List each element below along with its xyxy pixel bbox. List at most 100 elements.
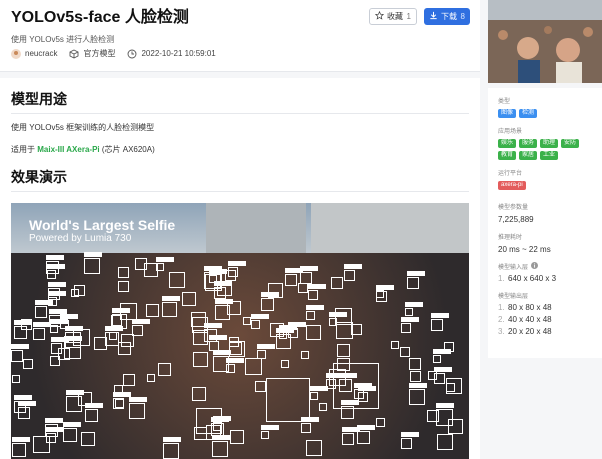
favorite-button[interactable]: 收藏 1 (369, 8, 417, 25)
face-box (391, 341, 399, 349)
face-box (431, 319, 443, 331)
face-box-label (310, 386, 328, 391)
face-box (342, 433, 354, 445)
face-box (81, 432, 95, 446)
face-box (51, 343, 62, 354)
face-box (63, 428, 77, 442)
face-box (12, 375, 20, 383)
platform-label: 运行平台 (498, 171, 523, 177)
face-box-label (285, 268, 303, 273)
scene-tag[interactable]: 家居 (519, 151, 538, 160)
scene-tag[interactable]: 教育 (498, 151, 517, 160)
face-box (344, 270, 355, 281)
face-box (298, 283, 308, 293)
platform-tag[interactable]: axera-pi (498, 181, 526, 190)
face-box-label (46, 427, 64, 432)
face-box-label (156, 257, 174, 262)
divider (11, 191, 469, 192)
model-header: YOLOv5s-face 人脸检测 使用 YOLOv5s 进行人脸检测 neuc… (0, 0, 480, 72)
face-box (401, 323, 411, 333)
face-box (306, 440, 322, 456)
face-box-label (215, 299, 233, 304)
face-box-label (84, 252, 102, 257)
model-thumbnail[interactable] (488, 0, 602, 83)
main-column: YOLOv5s-face 人脸检测 使用 YOLOv5s 进行人脸检测 neuc… (0, 0, 480, 459)
face-box-label (257, 344, 275, 349)
author-link[interactable]: neucrack (11, 48, 57, 59)
type-tag[interactable]: 图像 (498, 109, 517, 118)
sidebar: 类型 图像 检测 应用场景 娱乐 服务 助理 安防 教育 家居 工业 运行平台 … (488, 0, 602, 459)
model-content: 模型用途 使用 YOLOv5s 框架训练的人脸检测模型 适用于 Maix-III… (0, 78, 480, 459)
params-value: 7,225,889 (498, 215, 534, 224)
face-box-label (48, 291, 66, 296)
cube-icon (69, 48, 79, 59)
row-index: 2. (498, 315, 505, 324)
face-box (409, 389, 425, 405)
input-label-row: 模型输入层 (498, 262, 592, 271)
demo-caption: World's Largest Selfie (29, 217, 176, 233)
demo-image: World's Largest Selfie Powered by Lumia … (11, 203, 469, 459)
clock-icon (127, 49, 137, 59)
face-box-label (306, 305, 324, 310)
face-box (308, 290, 318, 300)
face-box (135, 258, 147, 270)
face-box-label (163, 437, 181, 442)
face-box (405, 308, 413, 316)
face-box (12, 443, 26, 457)
face-box-label (214, 281, 232, 286)
demo-heading: 效果演示 (11, 169, 67, 185)
face-box-label (308, 284, 326, 289)
download-button[interactable]: 下载 8 (424, 8, 470, 25)
favorite-label: 收藏 (387, 12, 403, 21)
output-shape-row: 3. 20 x 20 x 48 (498, 327, 592, 336)
type-tag[interactable]: 检测 (519, 109, 538, 118)
face-box (156, 263, 164, 271)
scene-tag[interactable]: 工业 (540, 151, 559, 160)
download-count: 8 (460, 12, 465, 21)
face-box (310, 392, 318, 400)
input-label: 模型输入层 (498, 265, 529, 271)
face-box-label (401, 317, 419, 322)
face-box (306, 325, 321, 340)
face-box-label (14, 395, 32, 400)
category-link[interactable]: 官方模型 (69, 48, 115, 59)
scene-label: 应用场景 (498, 129, 523, 135)
scene-tag[interactable]: 娱乐 (498, 139, 517, 148)
scene-tag[interactable]: 助理 (540, 139, 559, 148)
face-box (196, 408, 222, 434)
info-icon[interactable] (531, 262, 539, 271)
face-box (147, 374, 155, 382)
face-box-label (329, 312, 347, 317)
face-box (193, 330, 208, 345)
face-box (33, 328, 45, 340)
face-box-label (35, 300, 53, 305)
face-box (163, 443, 179, 459)
face-box (229, 342, 242, 355)
face-box-label (63, 422, 81, 427)
platform-tags: axera-pi (498, 181, 592, 190)
face-box-label (344, 264, 362, 269)
face-box-label (407, 271, 425, 276)
face-box (47, 270, 56, 279)
face-box (337, 344, 350, 357)
face-box (23, 359, 33, 369)
face-box (60, 320, 69, 329)
face-box (261, 431, 269, 439)
face-box-label (48, 282, 66, 287)
face-box-label (228, 261, 246, 266)
face-box (162, 302, 177, 317)
face-box (214, 287, 226, 299)
face-box (288, 328, 298, 338)
output-label: 模型输出层 (498, 294, 529, 300)
scene-tag[interactable]: 安防 (561, 139, 580, 148)
face-box-label (66, 390, 84, 395)
download-label: 下载 (441, 12, 457, 21)
face-box (35, 306, 47, 318)
datetime-text: 2022-10-21 10:59:01 (141, 49, 216, 58)
face-box-label (45, 418, 63, 423)
face-box (446, 383, 455, 392)
platform-link[interactable]: Maix-III AXera-Pi (37, 145, 99, 154)
scene-tag[interactable]: 服务 (519, 139, 538, 148)
row-index: 1. (498, 303, 505, 312)
face-box (118, 281, 129, 292)
